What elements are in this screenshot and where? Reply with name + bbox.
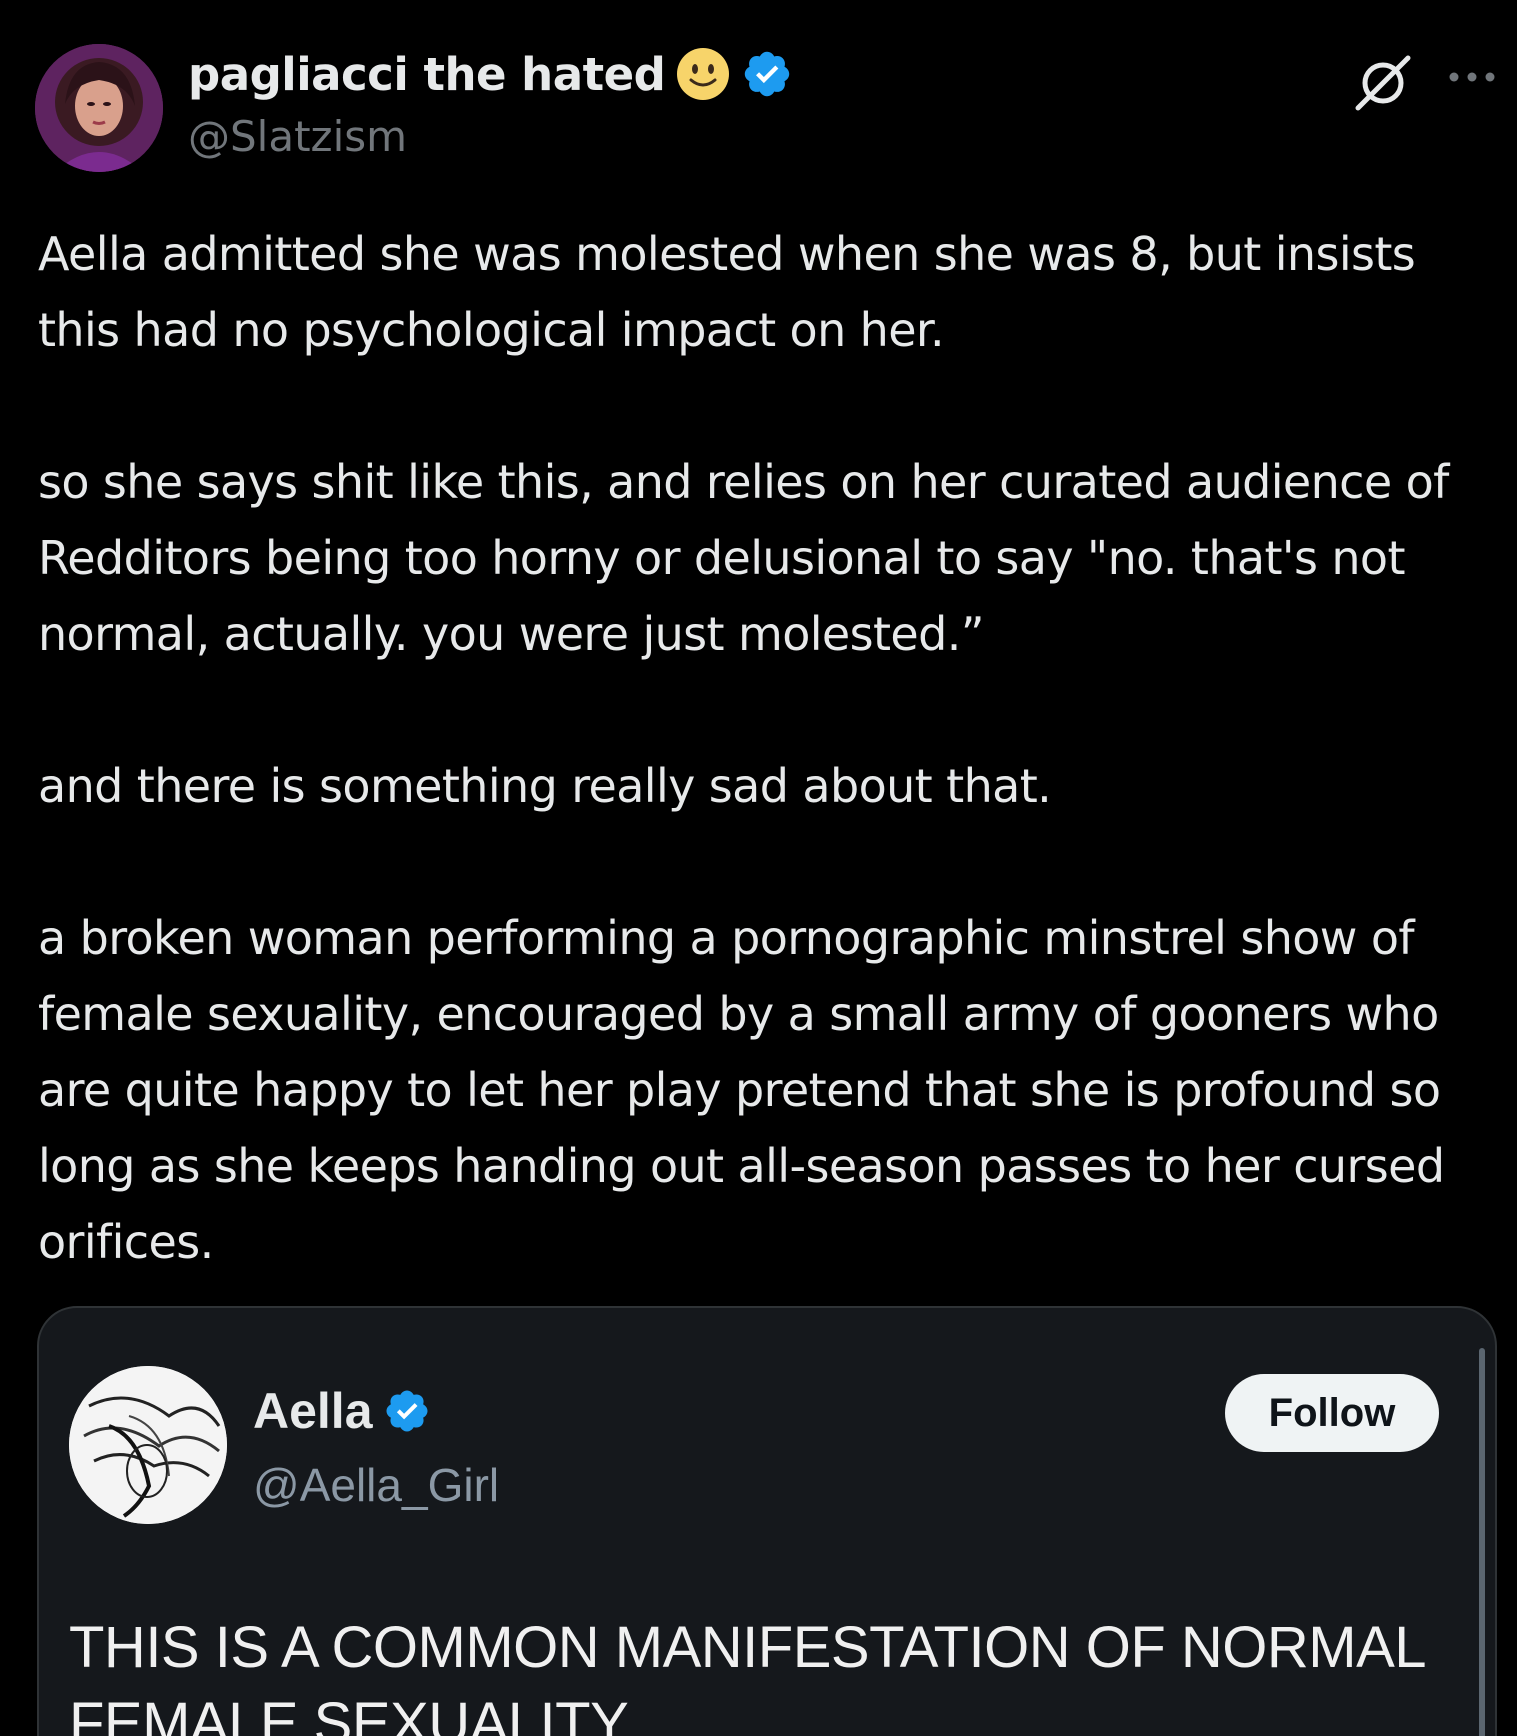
quoted-author-avatar[interactable] xyxy=(69,1366,227,1524)
author-avatar[interactable] xyxy=(35,44,163,172)
slightly-smiling-face-icon xyxy=(677,48,730,100)
more-options-icon[interactable] xyxy=(1446,62,1498,92)
author-handle[interactable]: @Slatzism xyxy=(188,112,407,161)
grok-icon[interactable] xyxy=(1352,52,1414,114)
tweet-paragraph: and there is something really sad about … xyxy=(38,759,1052,813)
follow-button[interactable]: Follow xyxy=(1225,1374,1439,1452)
tweet-paragraph: a broken woman performing a pornographic… xyxy=(38,911,1445,1269)
quoted-display-name[interactable]: Aella xyxy=(253,1382,373,1440)
tweet-paragraph: so she says shit like this, and relies o… xyxy=(38,455,1449,661)
quoted-name-row: Aella xyxy=(253,1382,431,1440)
tweet: pagliacci the hated @Slatzism Aella admi… xyxy=(0,0,1517,1736)
author-name-row: pagliacci the hated xyxy=(188,46,793,102)
quoted-tweet-card[interactable]: Aella @Aella_Girl Follow THIS IS A COMMO… xyxy=(37,1306,1497,1736)
verified-badge-icon[interactable] xyxy=(741,48,793,100)
scrollbar[interactable] xyxy=(1479,1348,1485,1736)
quoted-tweet-text: THIS IS A COMMON MANIFESTATION OF NORMAL… xyxy=(69,1615,1424,1736)
author-display-name[interactable]: pagliacci the hated xyxy=(188,48,666,101)
tweet-text: Aella admitted she was molested when she… xyxy=(38,216,1498,1280)
verified-badge-icon[interactable] xyxy=(383,1387,431,1435)
tweet-paragraph: Aella admitted she was molested when she… xyxy=(38,227,1416,357)
quoted-handle[interactable]: @Aella_Girl xyxy=(253,1458,499,1512)
